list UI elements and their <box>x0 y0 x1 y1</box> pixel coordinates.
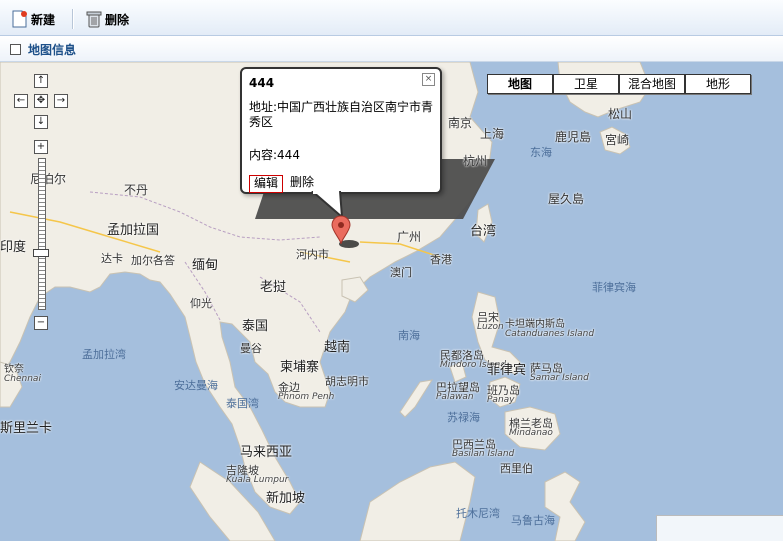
label-bangladesh: 孟加拉国 <box>107 223 160 238</box>
label-cambodia: 柬埔寨 <box>280 360 320 375</box>
label-nepal: 尼泊尔 <box>30 172 67 186</box>
label-bhutan: 不丹 <box>124 183 149 197</box>
toolbar-separator <box>72 9 74 29</box>
label-bangkok: 曼谷 <box>240 342 262 355</box>
info-window-content: 内容:444 <box>249 148 300 162</box>
label-maluku-sea: 马鲁古海 <box>511 514 555 527</box>
label-philippines: 菲律宾 <box>487 363 527 378</box>
panel-header: 地图信息 <box>0 36 783 62</box>
map-type-map[interactable]: 地图 <box>487 74 553 94</box>
map-canvas[interactable]: 南京 上海 杭州 东海 鹿児島 宮崎 屋久島 松山 尼泊尔 不丹 印度 孟加拉国… <box>0 62 783 541</box>
zoom-slider-track[interactable] <box>38 158 46 310</box>
label-laos: 老挝 <box>260 280 287 295</box>
map-marker-icon[interactable] <box>331 214 359 250</box>
close-icon[interactable]: × <box>422 73 435 86</box>
label-shanghai: 上海 <box>480 127 505 141</box>
label-myanmar: 缅甸 <box>192 258 219 273</box>
new-button-label: 新建 <box>31 12 56 27</box>
label-yakushima: 屋久島 <box>548 192 585 206</box>
label-panay: 班乃岛 Panay <box>487 384 520 405</box>
label-basilan: 巴西兰岛 Basilan Island <box>452 438 515 459</box>
pan-up-button[interactable]: ↑ <box>34 74 48 88</box>
label-vietnam: 越南 <box>324 340 351 355</box>
label-sri-lanka: 斯里兰卡 <box>0 421 53 436</box>
label-chennai: 钦奈 Chennai <box>4 364 41 384</box>
label-guangzhou: 广州 <box>397 230 422 244</box>
label-yangon: 仰光 <box>190 297 212 310</box>
trash-icon <box>86 10 102 28</box>
delete-button-label: 删除 <box>105 12 130 27</box>
map-type-terrain[interactable]: 地形 <box>685 74 751 94</box>
zoom-out-button[interactable]: − <box>34 316 48 330</box>
info-window: 444 × 地址:中国广西壮族自治区南宁市青秀区 内容:444 编辑 删除 <box>240 67 442 194</box>
label-malaysia: 马来西亚 <box>240 445 293 460</box>
label-bengal-bay: 孟加拉湾 <box>82 348 126 361</box>
label-dhaka: 达卡 <box>101 252 123 265</box>
label-miyazaki: 宮崎 <box>605 133 630 147</box>
panel-checkbox[interactable] <box>10 44 21 55</box>
label-luzon: 吕宋 Luzon <box>477 311 504 332</box>
info-window-title: 444 <box>249 76 275 90</box>
label-sulu-sea: 苏禄海 <box>447 411 480 424</box>
edit-button[interactable]: 编辑 <box>249 175 284 193</box>
label-catanduanes: 卡坦端内斯岛 Catanduanes Island <box>505 319 595 339</box>
label-kl: 吉隆坡 Kuala Lumpur <box>226 464 289 485</box>
new-document-icon <box>12 10 28 28</box>
label-india: 印度 <box>0 240 27 255</box>
map-type-hybrid[interactable]: 混合地图 <box>619 74 685 94</box>
label-matsuyama: 松山 <box>608 107 633 121</box>
label-kagoshima: 鹿児島 <box>555 130 592 144</box>
label-tuoshui: 托木尼湾 <box>456 507 500 520</box>
pan-left-button[interactable]: ← <box>14 94 28 108</box>
info-delete-button[interactable]: 删除 <box>290 175 314 191</box>
label-palawan: 巴拉望岛 Palawan <box>436 381 480 402</box>
pan-center-button[interactable]: ✥ <box>34 94 48 108</box>
label-mindanao: 棉兰老岛 Mindanao <box>509 417 553 438</box>
pan-right-button[interactable]: → <box>54 94 68 108</box>
map-type-satellite[interactable]: 卫星 <box>553 74 619 94</box>
toolbar: 新建 删除 <box>0 0 783 36</box>
info-window-address: 地址:中国广西壮族自治区南宁市青秀区 <box>249 100 434 129</box>
delete-button[interactable]: 删除 <box>86 8 129 30</box>
label-celebes: 西里伯 <box>500 462 533 475</box>
zoom-in-button[interactable]: + <box>34 140 48 154</box>
label-hcmc: 胡志明市 <box>325 375 369 388</box>
label-andaman: 安达曼海 <box>174 379 218 392</box>
label-kolkata: 加尔各答 <box>131 254 175 267</box>
panel-title: 地图信息 <box>28 43 77 57</box>
map-scale-box <box>656 515 783 541</box>
label-hongkong: 香港 <box>430 253 452 266</box>
label-south-china-sea: 南海 <box>398 329 420 342</box>
label-hangzhou: 杭州 <box>463 154 488 168</box>
label-samar: 萨马岛 Samar Island <box>530 362 589 383</box>
label-singapore: 新加坡 <box>266 491 306 506</box>
zoom-slider-thumb[interactable] <box>33 249 49 257</box>
label-gulf-thailand: 泰国湾 <box>226 397 259 410</box>
label-donghai: 东海 <box>530 146 552 159</box>
label-thailand: 泰国 <box>242 319 269 334</box>
label-nanjing: 南京 <box>448 116 473 130</box>
label-taiwan: 台湾 <box>470 224 497 239</box>
label-hanoi: 河内市 <box>296 248 329 261</box>
label-philippine-sea: 菲律宾海 <box>592 281 636 294</box>
pan-down-button[interactable]: ↓ <box>34 115 48 129</box>
new-button[interactable]: 新建 <box>12 8 55 30</box>
label-macau: 澳门 <box>390 266 412 279</box>
